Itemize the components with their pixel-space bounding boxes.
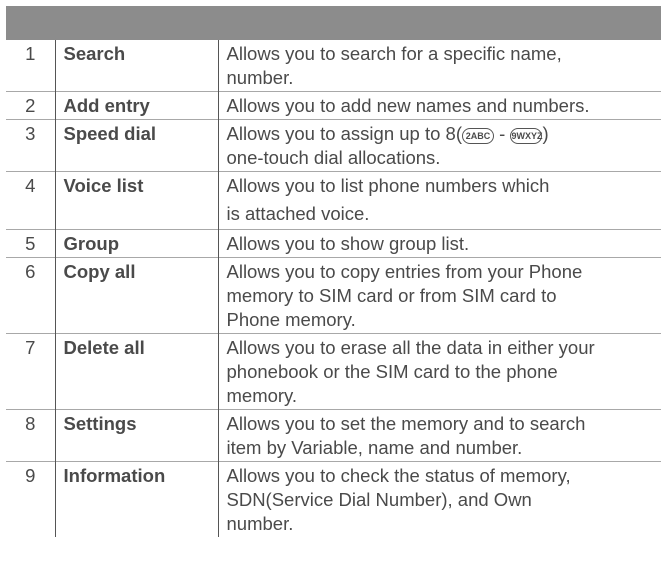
menu-item-name: Delete all — [55, 333, 219, 410]
table-row: 9 Information Allows you to check the st… — [6, 461, 661, 537]
table-row: 2 Add entry Allows you to add new names … — [6, 91, 661, 120]
menu-item-name: Information — [55, 461, 219, 537]
table-row: 1 Search Allows you to search for a spec… — [6, 40, 661, 92]
description-text: Allows you to assign up to 8( — [226, 123, 463, 144]
table-row: 4 Voice list Allows you to list phone nu… — [6, 171, 661, 230]
table-row: 6 Copy all Allows you to copy entries fr… — [6, 257, 661, 334]
menu-item-name: Settings — [55, 409, 219, 462]
menu-item-description: Allows you to check the status of memory… — [226, 465, 571, 534]
menu-item-name: Voice list — [55, 171, 219, 230]
row-number: 3 — [6, 119, 56, 172]
menu-item-description: Allows you to add new names and numbers. — [226, 95, 590, 116]
row-number: 8 — [6, 409, 56, 462]
menu-item-description: Allows you to erase all the data in eith… — [226, 337, 595, 406]
menu-item-description: Allows you to copy entries from your Pho… — [226, 261, 583, 330]
menu-item-description: Allows you to show group list. — [226, 233, 470, 254]
table-row: 8 Settings Allows you to set the memory … — [6, 409, 661, 462]
row-number: 6 — [6, 257, 56, 334]
row-number: 7 — [6, 333, 56, 410]
menu-item-name: Speed dial — [55, 119, 219, 172]
phonebook-menu-page: 1 Search Allows you to search for a spec… — [0, 0, 663, 572]
menu-item-description: Allows you to set the memory and to sear… — [226, 413, 586, 458]
key-9-icon: 9WXYZ — [510, 128, 542, 144]
row-number: 9 — [6, 461, 56, 537]
table-row: 7 Delete all Allows you to erase all the… — [6, 333, 661, 410]
menu-item-name: Group — [55, 229, 219, 258]
row-number: 1 — [6, 40, 56, 92]
table-header-bar — [6, 6, 661, 40]
menu-item-name: Copy all — [55, 257, 219, 334]
row-number: 4 — [6, 171, 56, 230]
key-2-icon: 2ABC — [462, 128, 494, 144]
table-row: 5 Group Allows you to show group list. — [6, 229, 661, 258]
row-number: 5 — [6, 229, 56, 258]
description-text: - — [494, 123, 511, 144]
row-number: 2 — [6, 91, 56, 120]
menu-item-description: Allows you to search for a specific name… — [226, 43, 562, 88]
menu-item-description: Allows you to list phone numbers which i… — [226, 175, 550, 224]
menu-item-name: Add entry — [55, 91, 219, 120]
phonebook-menu-table: 1 Search Allows you to search for a spec… — [6, 40, 661, 537]
table-row: 3 Speed dial Allows you to assign up to … — [6, 119, 661, 172]
menu-item-name: Search — [55, 40, 219, 92]
menu-item-description: Allows you to assign up to 8(2ABC - 9WXY… — [218, 120, 661, 172]
